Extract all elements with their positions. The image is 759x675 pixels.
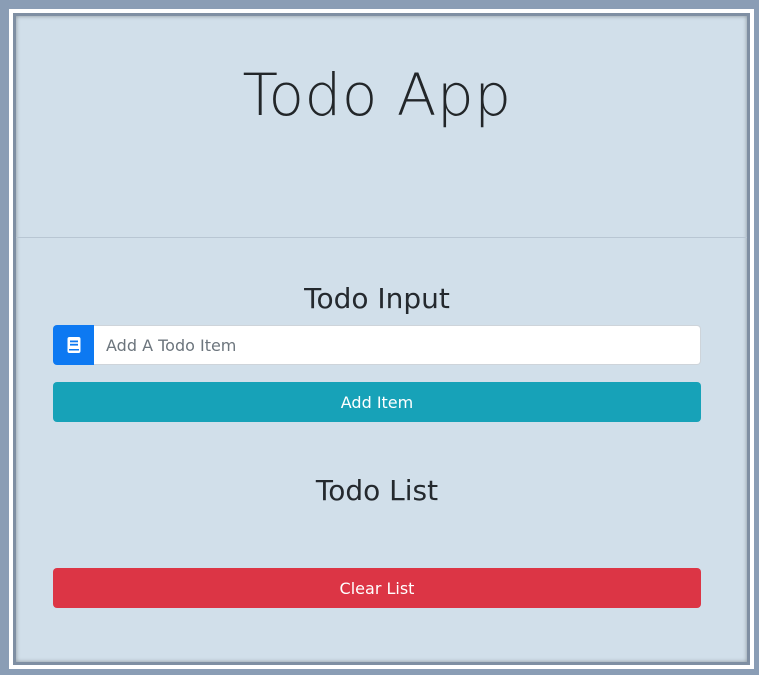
todo-input-heading: Todo Input <box>304 282 450 315</box>
todo-input-group <box>53 325 701 365</box>
todo-list-heading: Todo List <box>315 474 439 507</box>
app-title: Todo App <box>242 61 512 129</box>
book-icon-glyph <box>67 337 80 353</box>
add-item-button[interactable]: Add Item <box>53 382 701 422</box>
todo-input[interactable] <box>94 325 701 365</box>
clear-list-button[interactable]: Clear List <box>53 568 701 608</box>
app-header: Todo App <box>16 16 747 238</box>
app-container: Todo App Todo Input Add Item Todo List C… <box>13 13 750 665</box>
book-icon <box>53 325 94 365</box>
